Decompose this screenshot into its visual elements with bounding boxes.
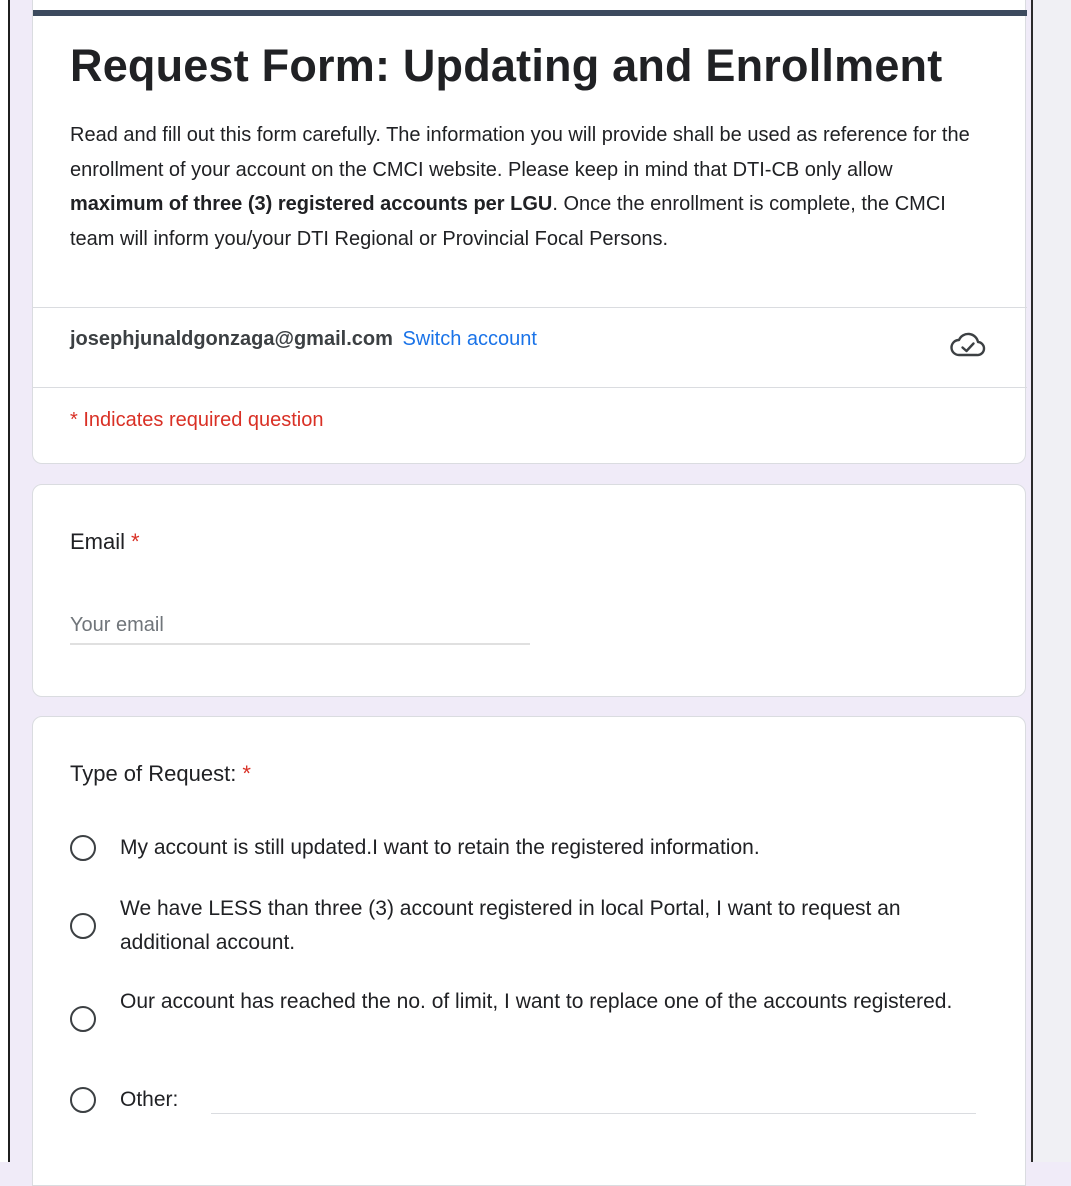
request-type-question-label: Type of Request: * <box>70 761 251 787</box>
email-question-card: Email * <box>32 484 1026 697</box>
description-text: Read and fill out this form carefully. T… <box>70 124 970 181</box>
request-type-label-text: Type of Request: <box>70 761 237 786</box>
radio-option-label: Other: <box>120 1088 179 1111</box>
email-input[interactable] <box>70 607 530 645</box>
form-header-card: Request Form: Updating and Enrollment Re… <box>32 0 1027 464</box>
other-text-input[interactable] <box>211 1081 976 1114</box>
required-star: * <box>242 761 251 786</box>
required-star: * <box>131 529 140 554</box>
form-title: Request Form: Updating and Enrollment <box>70 40 943 91</box>
account-row: josephjunaldgonzaga@gmail.com Switch acc… <box>70 328 537 351</box>
description-bold-text: maximum of three (3) registered accounts… <box>70 193 553 215</box>
radio-option-replace[interactable]: Our account has reached the no. of limit… <box>70 986 990 1056</box>
radio-option-label: We have LESS than three (3) account regi… <box>120 897 901 954</box>
radio-option-retain[interactable]: My account is still updated.I want to re… <box>70 831 990 867</box>
radio-button[interactable] <box>70 913 96 939</box>
header-accent-bar <box>33 10 1027 16</box>
radio-button[interactable] <box>70 835 96 861</box>
radio-button[interactable] <box>70 1087 96 1113</box>
radio-option-other[interactable]: Other: <box>70 1084 200 1120</box>
form-description: Read and fill out this form carefully. T… <box>70 118 990 256</box>
radio-option-label: Our account has reached the no. of limit… <box>120 990 953 1013</box>
page-right-edge <box>1031 0 1071 1162</box>
radio-option-label: My account is still updated.I want to re… <box>120 836 760 859</box>
request-type-question-card: Type of Request: * My account is still up… <box>32 716 1026 1186</box>
account-email: josephjunaldgonzaga@gmail.com <box>70 328 393 350</box>
account-divider <box>33 387 1027 388</box>
header-divider <box>33 307 1027 308</box>
required-note: * Indicates required question <box>70 409 324 431</box>
radio-button[interactable] <box>70 1006 96 1032</box>
switch-account-link[interactable]: Switch account <box>402 328 537 350</box>
radio-option-additional[interactable]: We have LESS than three (3) account regi… <box>70 893 990 963</box>
screenshot-frame-border <box>8 0 10 1162</box>
cloud-check-icon <box>950 332 986 357</box>
email-question-label: Email * <box>70 529 140 555</box>
email-label-text: Email <box>70 529 126 554</box>
